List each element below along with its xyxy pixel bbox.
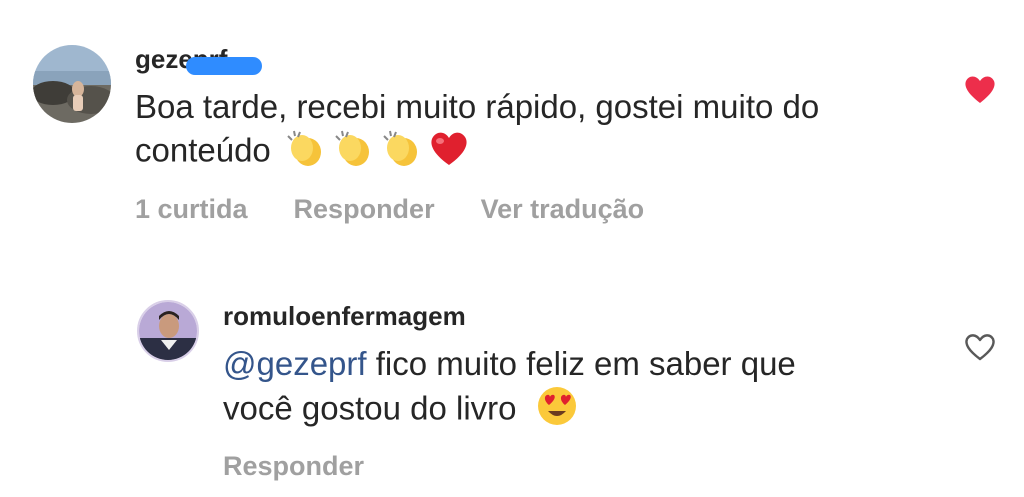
avatar[interactable] [137,300,199,362]
clapping-hands-icon [380,128,424,178]
avatar[interactable] [33,45,111,123]
reply-button[interactable]: Responder [294,194,435,225]
reply-text-line: @gezeprf fico muito feliz em saber que [223,345,796,382]
reply-actions: Responder [223,451,364,482]
translate-button[interactable]: Ver tradução [481,194,645,225]
heart-eyes-face-icon [536,385,578,437]
reply-text: @gezeprf fico muito feliz em saber que v… [223,343,796,437]
reply-button[interactable]: Responder [223,451,364,482]
comment-text-line: conteúdo [135,128,819,178]
comment-text-line: Boa tarde, recebi muito rápido, gostei m… [135,88,820,125]
reply-text-line: você gostou do livro [223,385,796,437]
avatar-image [139,302,197,360]
redaction-scribble [186,57,262,75]
clapping-hands-icon [284,128,328,178]
comment-text: Boa tarde, recebi muito rápido, gostei m… [135,86,819,178]
like-count[interactable]: 1 curtida [135,194,248,225]
like-heart-icon[interactable] [963,74,997,109]
avatar-image [33,45,111,123]
comment-actions: 1 curtida Responder Ver tradução [135,194,644,225]
clapping-hands-icon [332,128,376,178]
red-heart-icon [428,129,470,177]
reply-username[interactable]: romuloenfermagem [223,301,466,332]
mention-link[interactable]: @gezeprf [223,345,367,382]
like-heart-outline-icon[interactable] [963,332,997,367]
